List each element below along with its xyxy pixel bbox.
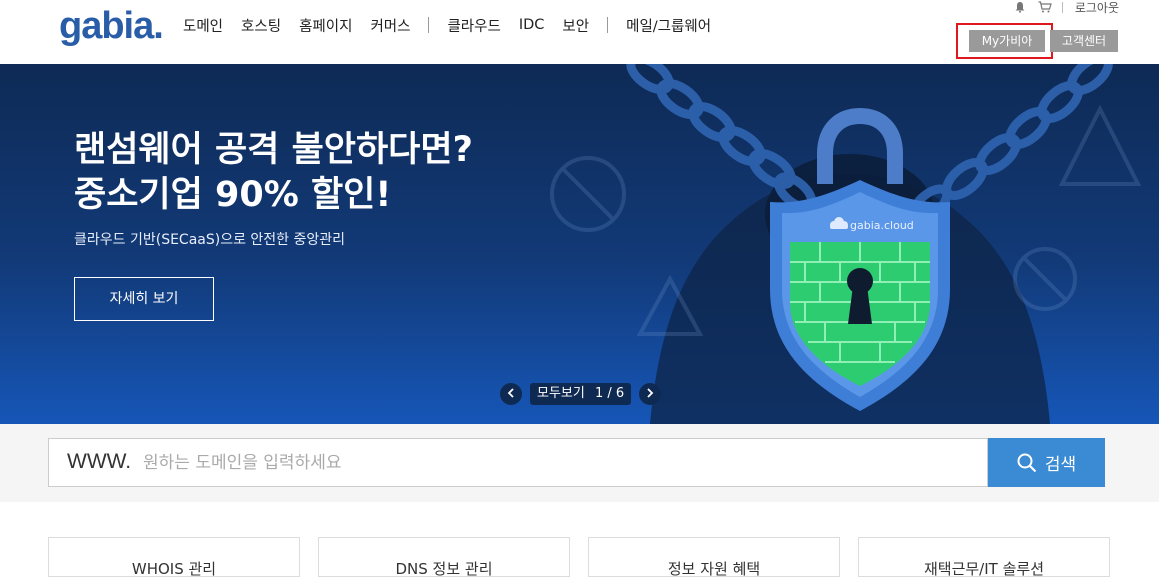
domain-search-section: WWW. 검색 [0, 424, 1159, 502]
nav-item-cloud[interactable]: 클라우드 [447, 15, 500, 36]
hero-subtitle: 클라우드 기반(SECaaS)으로 안전한 중앙관리 [74, 232, 346, 248]
hero-detail-button[interactable]: 자세히 보기 [74, 277, 214, 321]
prev-slide-button[interactable] [500, 383, 522, 405]
gabia-logo[interactable]: gabia. [59, 6, 164, 46]
hero-title-line2: 중소기업 90% 할인! [74, 175, 392, 215]
www-prefix: WWW. [67, 450, 132, 473]
nav-divider [428, 17, 430, 33]
highlight-box [956, 23, 1053, 59]
cart-icon[interactable] [1038, 1, 1052, 13]
main-nav: 도메인 호스팅 홈페이지 커머스 클라우드 IDC 보안 메일/그룹웨어 [183, 14, 729, 36]
chevron-left-icon [507, 388, 514, 398]
nav-divider [607, 17, 609, 33]
domain-search-box[interactable]: WWW. [48, 438, 988, 487]
view-all-slides-button[interactable]: 모두보기 1 / 6 [530, 383, 632, 405]
bell-icon[interactable] [1014, 1, 1028, 13]
card-remote-work[interactable]: 재택근무/IT 솔루션 [858, 537, 1110, 577]
hero-title-line1: 랜섬웨어 공격 불안하다면? [74, 130, 473, 170]
view-all-label: 모두보기 [537, 386, 585, 401]
site-header: gabia. 도메인 호스팅 홈페이지 커머스 클라우드 IDC 보안 메일/그… [0, 0, 1159, 64]
domain-search-input[interactable] [143, 440, 973, 485]
banner-pager: 모두보기 1 / 6 [500, 382, 662, 406]
chevron-right-icon [647, 388, 654, 398]
domain-search-button[interactable]: 검색 [988, 438, 1105, 487]
nav-item-commerce[interactable]: 커머스 [370, 15, 410, 36]
slide-counter: 1 / 6 [594, 386, 625, 401]
nav-item-hosting[interactable]: 호스팅 [241, 15, 281, 36]
shield-brand-text: gabia.cloud [850, 219, 914, 232]
nav-item-domain[interactable]: 도메인 [183, 15, 223, 36]
search-icon [1017, 453, 1037, 472]
card-whois[interactable]: WHOIS 관리 [48, 537, 300, 577]
hero-banner[interactable]: gabia.cloud 랜섬웨어 공격 불안하다면? 중소기업 90% 할인! … [0, 64, 1159, 424]
hero-title: 랜섬웨어 공격 불안하다면? 중소기업 90% 할인! [74, 128, 473, 218]
card-dns[interactable]: DNS 정보 관리 [318, 537, 570, 577]
card-info-benefit[interactable]: 정보 자원 혜택 [588, 537, 840, 577]
ransomware-shield-illustration: gabia.cloud [550, 64, 1142, 424]
next-slide-button[interactable] [639, 383, 662, 405]
service-cards: WHOIS 관리 DNS 정보 관리 정보 자원 혜택 재택근무/IT 솔루션 [48, 537, 1110, 577]
nav-item-idc[interactable]: IDC [519, 17, 545, 33]
customer-center-button[interactable]: 고객센터 [1050, 30, 1118, 52]
nav-item-mail-groupware[interactable]: 메일/그룹웨어 [626, 15, 711, 36]
search-button-label: 검색 [1044, 455, 1077, 475]
utility-bar: 로그아웃 [1004, 0, 1119, 16]
nav-item-homepage[interactable]: 홈페이지 [299, 15, 352, 36]
logout-link[interactable]: 로그아웃 [1075, 0, 1119, 16]
nav-item-security[interactable]: 보안 [562, 15, 589, 36]
util-divider [1061, 1, 1063, 13]
